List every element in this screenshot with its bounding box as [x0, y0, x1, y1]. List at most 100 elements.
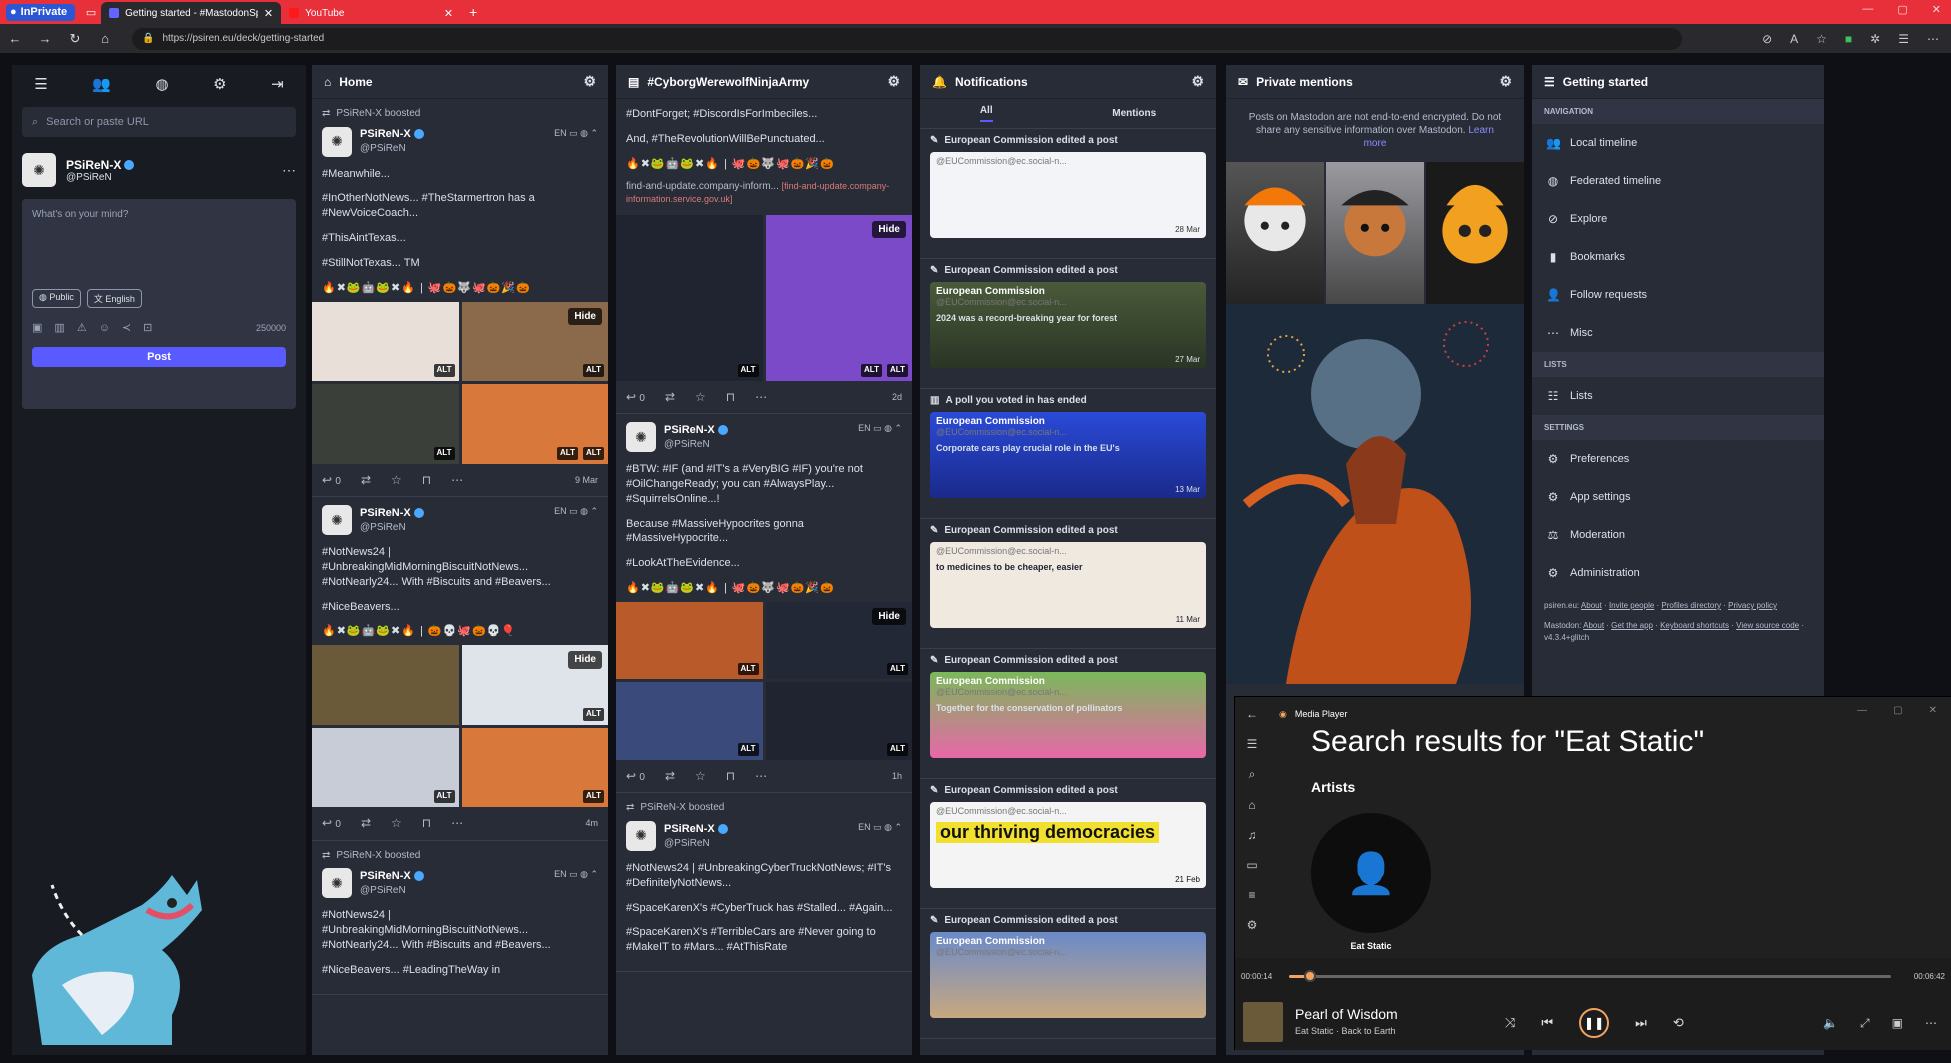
avatar[interactable]: ✺ — [626, 422, 656, 453]
notification-item[interactable]: ✎ European Commission edited a post @EUCo… — [920, 779, 1216, 909]
notification-item[interactable]: ✎ European Commission edited a post @EUCo… — [920, 129, 1216, 259]
media-item[interactable]: ALT — [312, 727, 459, 808]
boost-icon[interactable]: ⇄ — [361, 472, 371, 488]
people-icon[interactable]: 👥 — [92, 75, 111, 93]
nav-bookmarks[interactable]: ▮ Bookmarks — [1532, 238, 1824, 276]
favorite-star-icon[interactable]: ☆ — [1816, 32, 1827, 46]
avatar[interactable]: ✺ — [22, 153, 56, 187]
media-item[interactable]: ALT — [312, 301, 459, 382]
more-icon[interactable]: ⋯ — [1925, 1016, 1937, 1031]
bookmark-icon[interactable]: ⊓ — [422, 815, 431, 831]
menu-icon[interactable]: ⋯ — [1927, 32, 1939, 46]
seek-handle[interactable] — [1304, 970, 1317, 982]
logout-icon[interactable]: ⇥ — [271, 75, 284, 93]
close-icon[interactable]: ✕ — [1929, 705, 1937, 716]
status[interactable]: ⇄ PSiReN-X boosted ✺ PSiReN-X @PSiReN EN ▭… — [312, 99, 608, 498]
link-preview[interactable]: find-and-update.company-inform... [find-… — [626, 180, 902, 207]
settings-icon[interactable]: ⚙ — [1247, 918, 1258, 932]
avatar[interactable]: ✺ — [322, 868, 352, 899]
volume-icon[interactable]: 🔈 — [1823, 1016, 1838, 1031]
more-icon[interactable]: ⋯ — [755, 389, 767, 405]
menu-icon[interactable]: ☰ — [34, 75, 47, 93]
reply-icon[interactable]: ↩ 0 — [322, 472, 341, 489]
bookmark-icon[interactable]: ⊓ — [422, 472, 431, 488]
notification-card[interactable]: European Commission @EUCommission@ec.soc… — [930, 282, 1206, 368]
more-icon[interactable]: ⋯ — [755, 768, 767, 784]
back-icon[interactable]: ← — [1246, 707, 1258, 721]
status-time[interactable]: 9 Mar — [575, 474, 598, 486]
notification-card[interactable]: European Commission @EUCommission@ec.soc… — [930, 672, 1206, 758]
hide-media-button[interactable]: Hide — [568, 307, 602, 326]
close-window-icon[interactable]: ✕ — [1932, 3, 1941, 16]
privacy-link[interactable]: Privacy policy — [1728, 601, 1777, 610]
artist-card[interactable]: 👤 Eat Static — [1311, 813, 1431, 951]
inprivate-badge[interactable]: ● InPrivate — [6, 3, 76, 21]
directory-link[interactable]: Profiles directory — [1661, 601, 1721, 610]
bookmark-icon[interactable]: ⊓ — [726, 389, 735, 405]
media-item[interactable]: ALT — [312, 384, 459, 464]
playlist-icon[interactable]: ≡ — [1248, 888, 1255, 902]
hashtag-column-header[interactable]: ▤ #CyborgWerewolfNinjaArmy ⚙ — [616, 65, 912, 99]
visibility-button[interactable]: ◍ Public — [32, 289, 81, 308]
media-item[interactable] — [312, 645, 459, 725]
status[interactable]: ✺ PSiReN-X @PSiReN EN ▭ ◍ ⌃ #BTW: #IF (an… — [616, 414, 912, 794]
poll-icon[interactable]: ▥ — [54, 321, 64, 334]
tab-youtube[interactable]: YouTube ✕ — [281, 2, 461, 24]
wolf-image[interactable] — [1226, 162, 1324, 310]
avatar[interactable]: ✺ — [626, 820, 656, 851]
favourite-icon[interactable]: ☆ — [391, 815, 402, 831]
reply-icon[interactable]: ↩ 0 — [626, 768, 645, 785]
status-time[interactable]: 2d — [892, 391, 902, 403]
notification-item[interactable]: ✎ European Commission edited a post Europ… — [920, 649, 1216, 779]
nav-explore[interactable]: ⊘ Explore — [1532, 200, 1824, 238]
address-input[interactable]: 🔒 https://psiren.eu/deck/getting-started — [132, 27, 1682, 50]
warning-icon[interactable]: ⚠ — [77, 321, 87, 334]
media-item[interactable]: ALT — [616, 601, 763, 680]
avatar[interactable]: ✺ — [322, 505, 352, 536]
home-icon[interactable]: ⌂ — [90, 31, 120, 46]
avatar[interactable]: ✺ — [322, 126, 352, 157]
notification-card[interactable]: @EUCommission@ec.social-n... to medicine… — [930, 542, 1206, 628]
status-time[interactable]: 4m — [585, 817, 598, 829]
next-icon[interactable]: ⏭ — [1635, 1015, 1647, 1031]
seek-slider[interactable] — [1289, 970, 1891, 982]
media-gallery[interactable]: ALT Hide ALT ALT ALT — [616, 601, 912, 760]
hide-media-button[interactable]: Hide — [872, 220, 906, 239]
nav-follow-requests[interactable]: 👤 Follow requests — [1532, 276, 1824, 314]
favourite-icon[interactable]: ☆ — [695, 389, 706, 405]
emoji-icon[interactable]: ☺ — [99, 322, 110, 334]
back-icon[interactable]: ← — [0, 31, 30, 46]
hide-media-button[interactable]: Hide — [568, 651, 602, 669]
notification-card[interactable]: @EUCommission@ec.social-n... our thrivin… — [930, 802, 1206, 888]
hide-media-button[interactable]: Hide — [872, 607, 906, 626]
column-settings-icon[interactable]: ⚙ — [1191, 73, 1204, 90]
character-image[interactable] — [1426, 162, 1524, 310]
shortcuts-link[interactable]: Keyboard shortcuts — [1660, 621, 1729, 630]
share-icon[interactable]: ≺ — [122, 321, 131, 334]
media-gallery[interactable]: ALT Hide ALT ALT — [616, 214, 912, 381]
extensions-icon[interactable]: ✲ — [1870, 32, 1880, 46]
more-icon[interactable]: ⋯ — [282, 162, 296, 179]
media-item[interactable]: ALT ALT — [461, 384, 608, 464]
nav-misc[interactable]: ⋯ Misc — [1532, 314, 1824, 352]
column-settings-icon[interactable]: ⚙ — [887, 73, 900, 90]
notification-item[interactable]: ▥ A poll you voted in has ended European … — [920, 389, 1216, 519]
minimize-icon[interactable]: — — [1857, 705, 1867, 716]
nav-federated-timeline[interactable]: ◍ Federated timeline — [1532, 162, 1824, 200]
notifications-column-header[interactable]: 🔔 Notifications ⚙ — [920, 65, 1216, 99]
nav-moderation[interactable]: ⚖ Moderation — [1532, 516, 1824, 554]
nav-preferences[interactable]: ⚙ Preferences — [1532, 440, 1824, 478]
maximize-icon[interactable]: ▢ — [1893, 705, 1902, 716]
home-column-header[interactable]: ⌂ Home ⚙ — [312, 65, 608, 99]
media-gallery[interactable]: ALT Hide ALT ALT ALT ALT — [312, 301, 608, 464]
media-item[interactable]: ALT — [616, 214, 763, 381]
notification-item[interactable]: ✎ European Commission edited a post Europ… — [920, 259, 1216, 389]
favourite-icon[interactable]: ☆ — [695, 768, 706, 784]
home-icon[interactable]: ⌂ — [1248, 798, 1255, 812]
video-icon[interactable]: ▭ — [1246, 858, 1257, 872]
reply-icon[interactable]: ↩ 0 — [626, 389, 645, 406]
song-subtitle[interactable]: Eat Static · Back to Earth — [1295, 1026, 1396, 1036]
close-tab-icon[interactable]: ✕ — [444, 7, 453, 20]
album-art[interactable] — [1243, 1002, 1283, 1042]
notification-card[interactable]: European Commission @EUCommission@ec.soc… — [930, 412, 1206, 498]
